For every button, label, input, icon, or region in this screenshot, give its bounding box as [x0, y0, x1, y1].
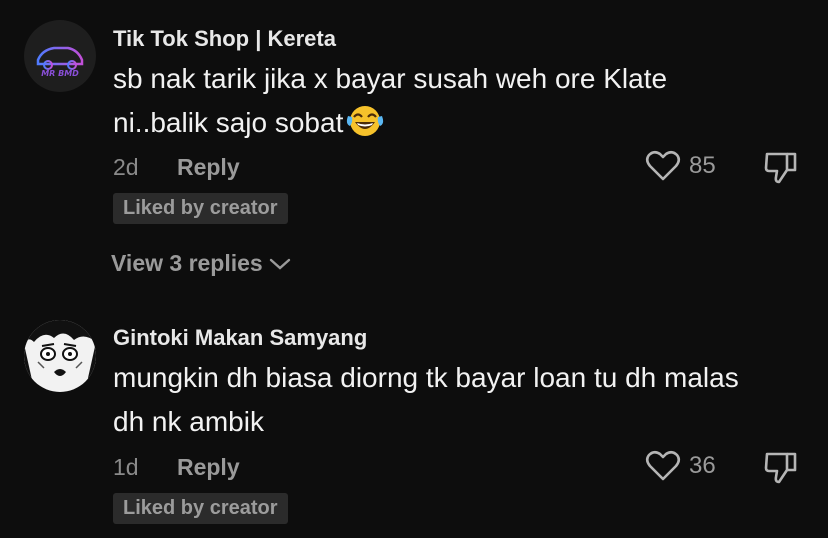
heart-icon — [645, 150, 681, 181]
dislike-button[interactable] — [763, 150, 799, 191]
car-logo-icon: MR BMD — [24, 20, 96, 92]
liked-by-creator-badge: Liked by creator — [113, 493, 288, 524]
heart-icon — [645, 450, 681, 481]
comment-time: 1d — [113, 454, 139, 480]
comment-time: 2d — [113, 154, 139, 180]
thumbs-down-icon — [764, 452, 797, 484]
like-count: 85 — [689, 152, 716, 179]
avatar[interactable]: MR BMD — [24, 20, 96, 92]
manga-face-avatar-icon — [24, 320, 96, 392]
view-replies-label: View 3 replies — [111, 250, 263, 276]
comment-text: sb nak tarik jika x bayar susah weh ore … — [113, 57, 753, 145]
comment-username[interactable]: Gintoki Makan Samyang — [113, 325, 367, 351]
avatar[interactable] — [24, 320, 96, 392]
reply-button[interactable]: Reply — [177, 154, 240, 180]
liked-by-creator-badge: Liked by creator — [113, 193, 288, 224]
like-button[interactable]: 85 — [645, 150, 716, 182]
dislike-button[interactable] — [763, 450, 799, 491]
svg-text:MR BMD: MR BMD — [41, 69, 79, 78]
like-button[interactable]: 36 — [645, 450, 716, 482]
reply-button[interactable]: Reply — [177, 454, 240, 480]
like-count: 36 — [689, 452, 716, 479]
comment-meta: 2d Reply — [113, 154, 240, 181]
comment-username[interactable]: Tik Tok Shop | Kereta — [113, 26, 336, 52]
comment-meta: 1d Reply — [113, 454, 240, 481]
comment-text-content: sb nak tarik jika x bayar susah weh ore … — [113, 63, 668, 138]
view-replies-button[interactable]: View 3 replies — [111, 250, 291, 277]
chevron-down-icon — [269, 258, 290, 270]
thumbs-down-icon — [764, 152, 797, 184]
comment-text: mungkin dh biasa diorng tk bayar loan tu… — [113, 362, 739, 437]
laughing-tears-emoji-icon — [345, 104, 385, 138]
